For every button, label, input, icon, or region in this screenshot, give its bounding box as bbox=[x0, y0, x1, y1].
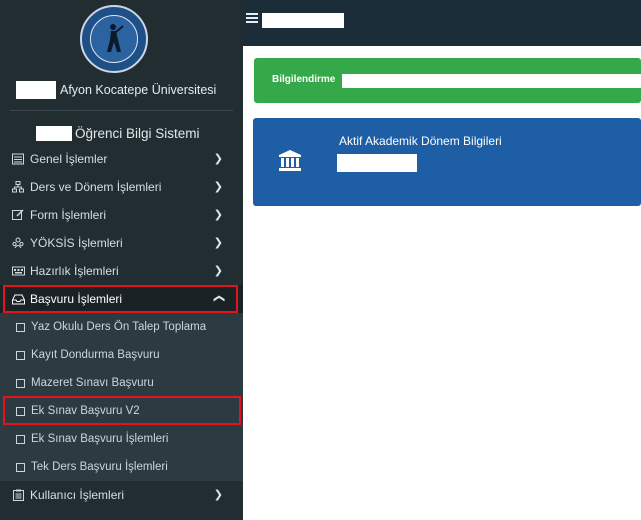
sidebar-item-label: Hazırlık İşlemleri bbox=[30, 264, 119, 278]
sidebar-item-basvuru-islemleri[interactable]: Başvuru İşlemleri ❯ bbox=[0, 285, 243, 313]
top-navbar bbox=[243, 0, 641, 46]
logo-emblem bbox=[90, 15, 138, 63]
submenu-item-ek-sinav-v2[interactable]: Ek Sınav Başvuru V2 bbox=[0, 397, 243, 425]
square-icon bbox=[16, 322, 25, 332]
chevron-right-icon: ❯ bbox=[213, 489, 223, 501]
info-notice-bar: Bilgilendirme bbox=[254, 58, 641, 103]
users-icon bbox=[11, 236, 25, 250]
sidebar-item-label: YÖKSİS İşlemleri bbox=[30, 236, 123, 250]
sidebar-item-form-islemleri[interactable]: Form İşlemleri ❯ bbox=[0, 201, 243, 229]
university-name: Afyon Kocatepe Üniversitesi bbox=[60, 82, 217, 97]
sidebar-item-genel-islemler[interactable]: Genel İşlemler ❯ bbox=[0, 145, 243, 173]
square-icon bbox=[16, 350, 25, 360]
sidebar-item-label: Genel İşlemler bbox=[30, 152, 108, 166]
clipboard-icon bbox=[11, 488, 25, 502]
submenu-item-label: Ek Sınav Başvuru İşlemleri bbox=[31, 433, 169, 445]
submenu-item-label: Ek Sınav Başvuru V2 bbox=[31, 405, 140, 417]
list-icon bbox=[11, 152, 25, 166]
keyboard-icon bbox=[11, 264, 25, 278]
inbox-icon bbox=[11, 292, 25, 306]
system-name: Öğrenci Bilgi Sistemi bbox=[75, 125, 200, 141]
chevron-right-icon: ❯ bbox=[213, 209, 223, 221]
redacted-block bbox=[342, 74, 641, 88]
square-icon bbox=[16, 378, 25, 388]
chevron-right-icon: ❯ bbox=[213, 237, 223, 249]
card-title: Aktif Akademik Dönem Bilgileri bbox=[339, 134, 502, 148]
chevron-right-icon: ❯ bbox=[213, 153, 223, 165]
submenu-item-yaz-okulu[interactable]: Yaz Okulu Ders Ön Talep Toplama bbox=[0, 313, 243, 341]
submenu-item-label: Tek Ders Başvuru İşlemleri bbox=[31, 461, 168, 473]
sidebar-item-kullanici-islemleri[interactable]: Kullanıcı İşlemleri ❯ bbox=[0, 481, 243, 509]
square-icon bbox=[16, 462, 25, 472]
torch-figure-icon bbox=[107, 24, 124, 52]
academic-term-card[interactable]: Aktif Akademik Dönem Bilgileri bbox=[253, 118, 641, 206]
redacted-block bbox=[337, 154, 417, 172]
submenu-item-tek-ders[interactable]: Tek Ders Başvuru İşlemleri bbox=[0, 453, 243, 481]
sidebar-item-yoksis-islemleri[interactable]: YÖKSİS İşlemleri ❯ bbox=[0, 229, 243, 257]
sidebar-item-hazirlik-islemleri[interactable]: Hazırlık İşlemleri ❯ bbox=[0, 257, 243, 285]
chevron-right-icon: ❯ bbox=[213, 265, 223, 277]
edit-form-icon bbox=[11, 208, 25, 222]
sidebar-item-label: Kullanıcı İşlemleri bbox=[30, 488, 125, 502]
sidebar-item-ders-donem[interactable]: Ders ve Dönem İşlemleri ❯ bbox=[0, 173, 243, 201]
submenu-item-label: Yaz Okulu Ders Ön Talep Toplama bbox=[31, 321, 207, 333]
square-icon bbox=[16, 406, 25, 416]
university-logo[interactable] bbox=[80, 5, 148, 73]
redacted-block bbox=[16, 80, 56, 99]
sidebar-item-label: Başvuru İşlemleri bbox=[30, 292, 123, 306]
hamburger-menu-icon[interactable] bbox=[246, 13, 258, 23]
university-name-row: Afyon Kocatepe Üniversitesi bbox=[16, 79, 216, 100]
sidebar-item-label: Ders ve Dönem İşlemleri bbox=[30, 180, 162, 194]
sidebar-item-label: Form İşlemleri bbox=[30, 208, 107, 222]
sidebar-divider bbox=[10, 110, 233, 111]
app-root: Afyon Kocatepe Üniversitesi Öğrenci Bilg… bbox=[0, 0, 641, 520]
square-icon bbox=[16, 434, 25, 444]
submenu-item-label: Mazeret Sınavı Başvuru bbox=[31, 377, 154, 389]
university-building-icon bbox=[279, 150, 301, 171]
submenu-item-ek-sinav-islemleri[interactable]: Ek Sınav Başvuru İşlemleri bbox=[0, 425, 243, 453]
chevron-up-icon: ❯ bbox=[212, 293, 225, 304]
sitemap-icon bbox=[11, 180, 25, 194]
system-name-row: Öğrenci Bilgi Sistemi bbox=[36, 124, 200, 142]
redacted-block bbox=[262, 13, 344, 28]
submenu-item-kayit-dondurma[interactable]: Kayıt Dondurma Başvuru bbox=[0, 341, 243, 369]
chevron-right-icon: ❯ bbox=[213, 181, 223, 193]
submenu-item-label: Kayıt Dondurma Başvuru bbox=[31, 349, 160, 361]
sidebar: Afyon Kocatepe Üniversitesi Öğrenci Bilg… bbox=[0, 0, 243, 520]
redacted-block bbox=[36, 125, 72, 141]
notice-label: Bilgilendirme bbox=[272, 74, 336, 85]
sidebar-menu: Genel İşlemler ❯ Ders ve Dönem İşlemleri… bbox=[0, 145, 243, 509]
submenu-item-mazeret-sinavi[interactable]: Mazeret Sınavı Başvuru bbox=[0, 369, 243, 397]
